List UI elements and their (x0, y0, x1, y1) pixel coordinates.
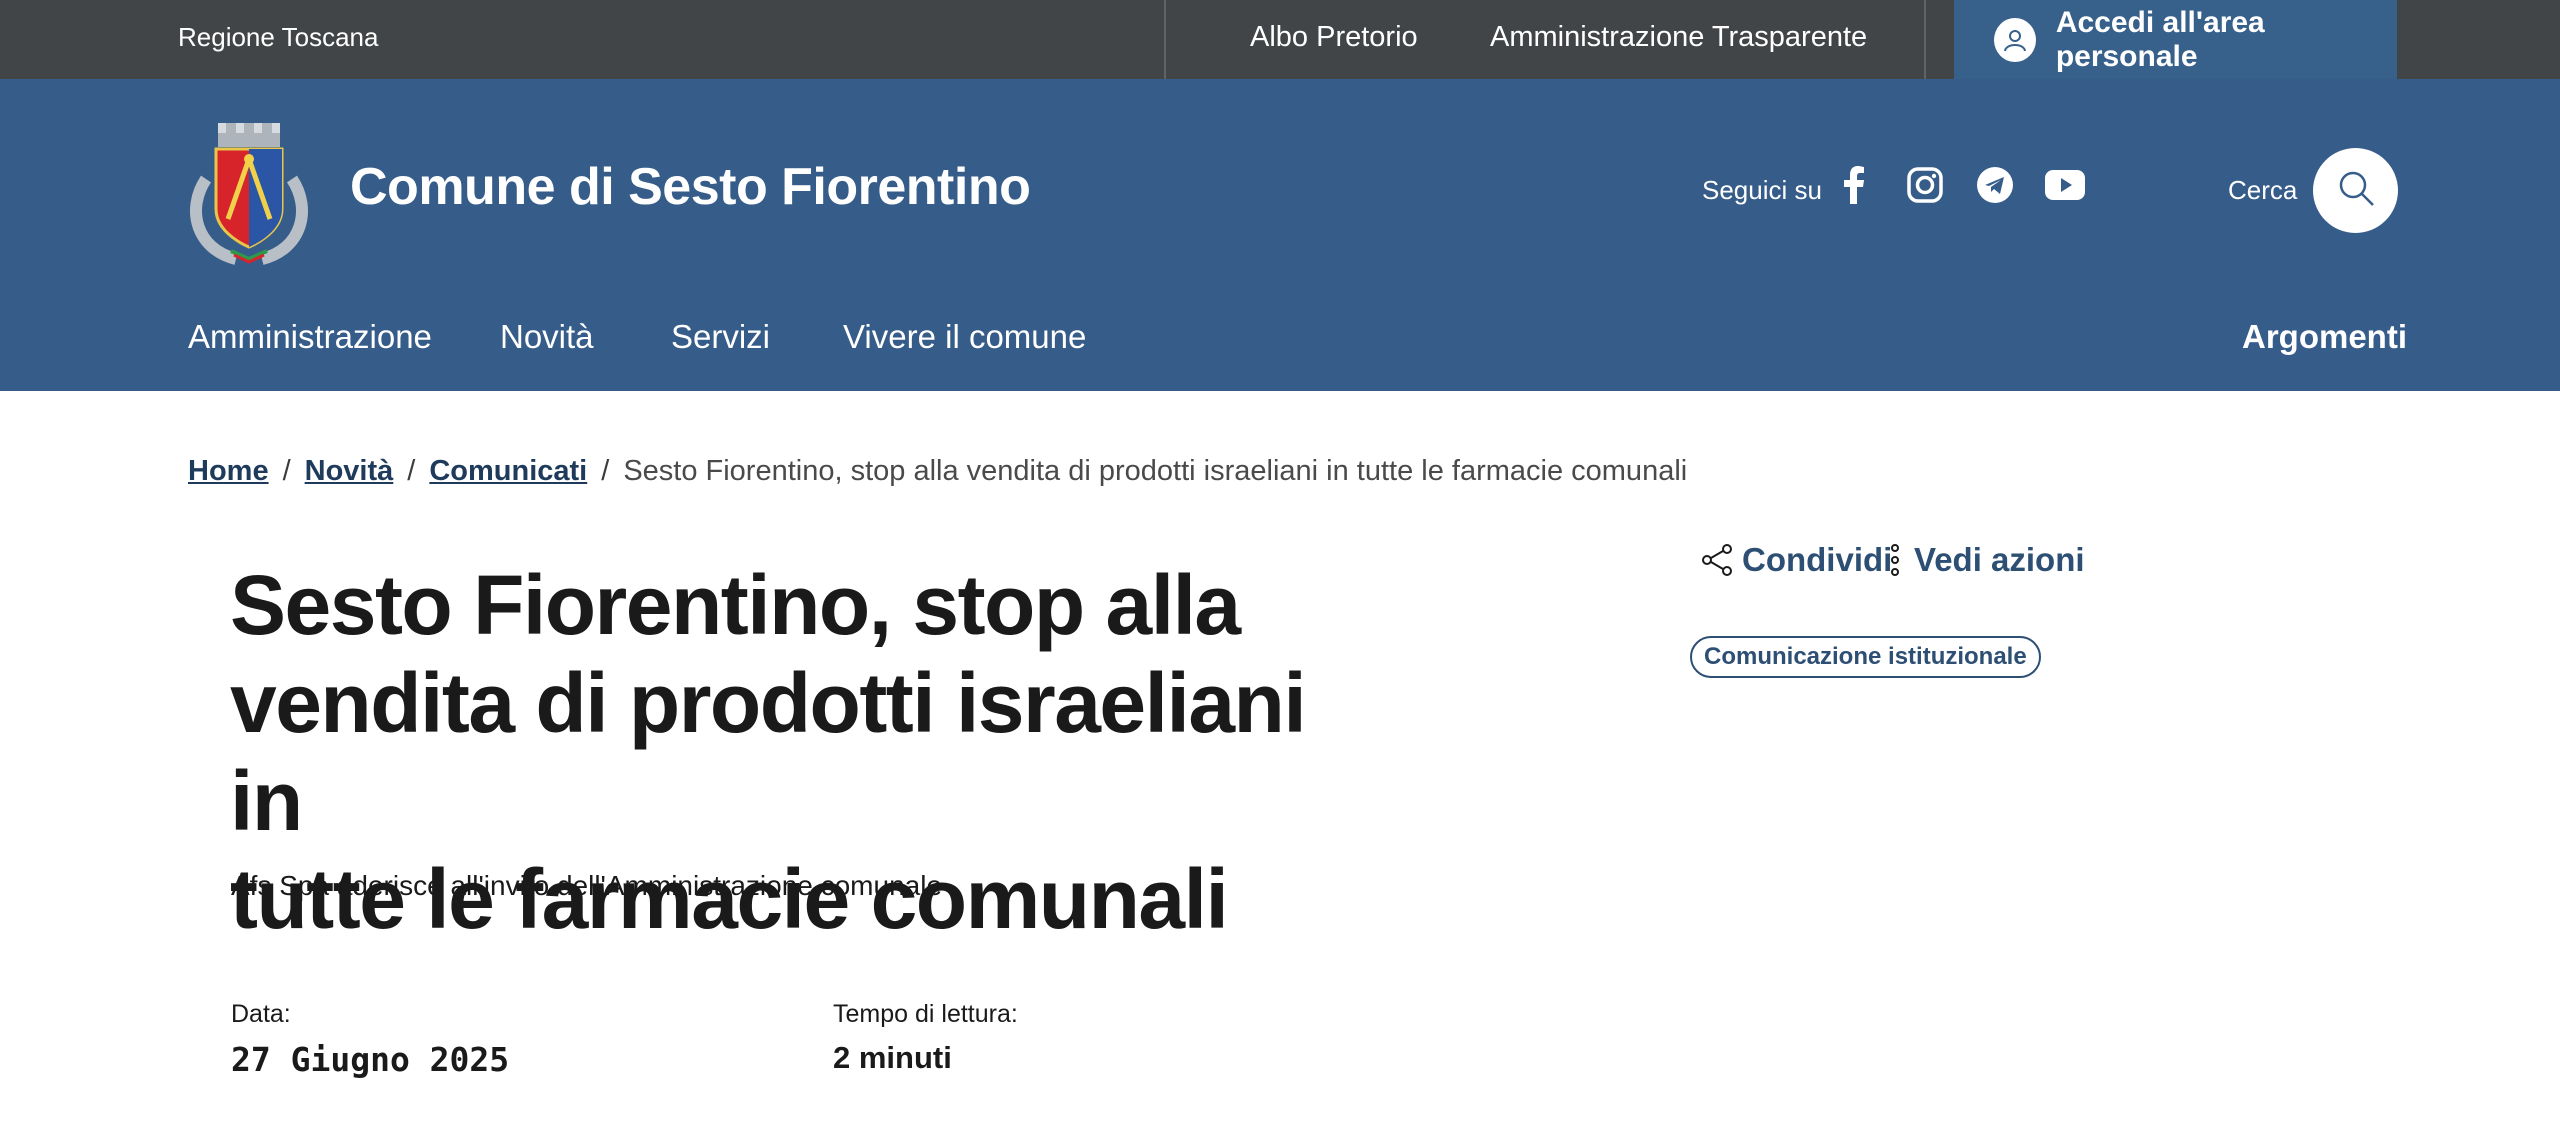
login-label: Accedi all'area personale (2055, 5, 2265, 73)
search-icon (2336, 168, 2376, 213)
nav-novita[interactable]: Novità (500, 318, 594, 356)
breadcrumb-current: Sesto Fiorentino, stop alla vendita di p… (623, 455, 1688, 487)
nav-servizi[interactable]: Servizi (671, 318, 770, 356)
site-header: Comune di Sesto Fiorentino Seguici su Ce… (0, 79, 2560, 391)
nav-amministrazione[interactable]: Amministrazione (188, 318, 432, 356)
breadcrumb-home[interactable]: Home (188, 455, 269, 487)
breadcrumb-comunicati[interactable]: Comunicati (429, 455, 587, 487)
region-link[interactable]: Regione Toscana (178, 0, 378, 79)
amministrazione-trasparente-link[interactable]: Amministrazione Trasparente (1490, 0, 1867, 79)
breadcrumb-separator: / (407, 455, 416, 487)
top-bar: Regione Toscana Albo Pretorio Amministra… (0, 0, 2560, 79)
topic-chip[interactable]: Comunicazione istituzionale (1690, 636, 2041, 678)
user-icon (1994, 17, 2036, 62)
breadcrumb-novita[interactable]: Novità (305, 455, 394, 487)
share-button[interactable]: Condividi (1700, 541, 1892, 579)
nav-vivere-il-comune[interactable]: Vivere il comune (843, 318, 1086, 356)
login-button[interactable]: Accedi all'area personale (1954, 0, 2397, 79)
instagram-icon[interactable] (1905, 165, 1945, 205)
kebab-menu-icon (1890, 543, 1900, 577)
more-actions-label: Vedi azioni (1914, 541, 2085, 578)
share-icon (1700, 543, 1734, 577)
telegram-icon[interactable] (1975, 165, 2015, 205)
search-label: Cerca (2228, 175, 2298, 205)
breadcrumb: Home / Novità / Comunicati / Sesto Fiorentino,… (188, 455, 1687, 488)
more-actions-button[interactable]: Vedi azioni (1890, 541, 2085, 579)
page-title-line: vendita di prodotti israeliani in (230, 656, 1307, 848)
page-subtitle: Afs Spa aderisce all'invito dell'Amminis… (231, 870, 943, 901)
date-label: Data: (231, 1000, 291, 1028)
topbar-separator (1924, 0, 1926, 79)
topbar-separator (1164, 0, 1166, 79)
breadcrumb-separator: / (282, 455, 291, 487)
search-button[interactable] (2313, 148, 2398, 233)
page-title-line: Sesto Fiorentino, stop alla (230, 558, 1241, 652)
follow-us-label: Seguici su (1702, 175, 1822, 205)
site-title[interactable]: Comune di Sesto Fiorentino (350, 157, 1031, 217)
reading-time-value: 2 minuti (833, 1040, 952, 1075)
share-label: Condividi (1742, 541, 1893, 578)
facebook-icon[interactable] (1834, 165, 1874, 205)
municipality-coat-of-arms-logo[interactable] (186, 119, 312, 265)
nav-argomenti[interactable]: Argomenti (2242, 318, 2407, 356)
youtube-icon[interactable] (2045, 165, 2085, 205)
date-value: 27 Giugno 2025 (231, 1040, 510, 1079)
albo-pretorio-link[interactable]: Albo Pretorio (1250, 0, 1418, 79)
breadcrumb-separator: / (601, 455, 610, 487)
reading-time-label: Tempo di lettura: (833, 1000, 1018, 1028)
